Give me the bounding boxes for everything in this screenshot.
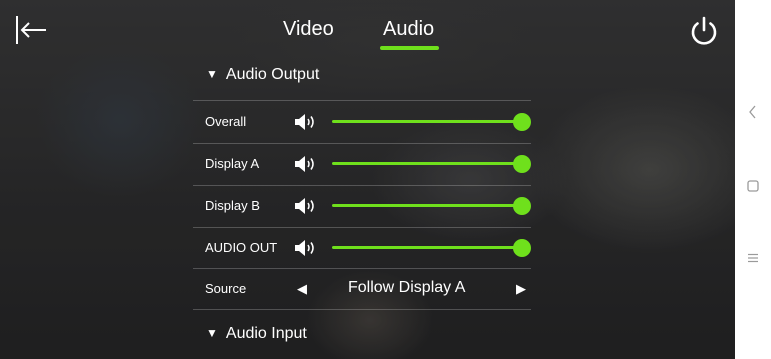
speaker-icon[interactable] <box>294 154 316 174</box>
slider-track <box>332 204 522 207</box>
slider-track <box>332 162 522 165</box>
audio-input-header[interactable]: ▼ Audio Input <box>206 325 307 343</box>
volume-label: Display A <box>205 156 260 171</box>
square-icon[interactable] <box>745 178 761 194</box>
tab-video[interactable]: Video <box>283 18 334 41</box>
menu-icon[interactable] <box>745 250 761 266</box>
volume-slider-display-a[interactable] <box>332 155 532 173</box>
slider-knob[interactable] <box>513 113 531 131</box>
audio-output-title: Audio Output <box>225 66 320 83</box>
slider-knob[interactable] <box>513 197 531 215</box>
source-row: Source ◀ Follow Display A ▶ <box>193 268 531 310</box>
speaker-icon[interactable] <box>294 238 316 258</box>
volume-label: AUDIO OUT <box>205 240 278 255</box>
expanded-triangle-icon: ▼ <box>206 326 218 340</box>
volume-slider-overall[interactable] <box>332 113 532 131</box>
power-button[interactable] <box>687 14 721 48</box>
system-nav-bar <box>735 0 771 359</box>
active-tab-indicator <box>380 46 439 50</box>
volume-slider-display-b[interactable] <box>332 197 532 215</box>
volume-row-display-a: Display A <box>193 143 531 185</box>
source-value: Follow Display A <box>348 279 466 296</box>
audio-output-header[interactable]: ▼ Audio Output <box>206 66 319 84</box>
expanded-triangle-icon: ▼ <box>206 67 218 81</box>
slider-track <box>332 246 522 249</box>
volume-row-display-b: Display B <box>193 185 531 227</box>
audio-input-title: Audio Input <box>225 325 307 342</box>
speaker-icon[interactable] <box>294 196 316 216</box>
volume-slider-audio-out[interactable] <box>332 239 532 257</box>
tab-bar: Video Audio <box>0 18 735 52</box>
volume-label: Display B <box>205 198 260 213</box>
divider <box>193 309 531 310</box>
volume-label: Overall <box>205 114 247 129</box>
slider-knob[interactable] <box>513 155 531 173</box>
source-prev-button[interactable]: ◀ <box>297 281 307 297</box>
power-icon <box>691 16 717 45</box>
slider-track <box>332 120 522 123</box>
speaker-icon[interactable] <box>294 112 316 132</box>
source-next-button[interactable]: ▶ <box>516 281 526 297</box>
source-label: Source <box>205 281 247 296</box>
chevron-left-icon[interactable] <box>745 104 761 120</box>
volume-row-overall: Overall <box>193 101 531 143</box>
volume-row-audio-out: AUDIO OUT <box>193 227 531 269</box>
audio-settings-screen: Video Audio ▼ Audio Output Overall Displa… <box>0 0 735 359</box>
slider-knob[interactable] <box>513 239 531 257</box>
tab-audio[interactable]: Audio <box>383 18 434 41</box>
